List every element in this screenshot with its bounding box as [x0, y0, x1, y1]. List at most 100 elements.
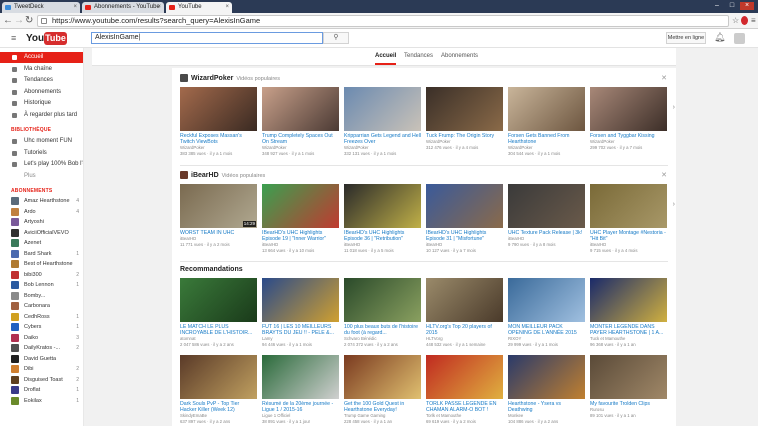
sidebar-item-library[interactable]: Tutoriels	[0, 148, 83, 159]
video-thumbnail[interactable]	[344, 87, 421, 131]
sidebar-item-subscription[interactable]: Artyoshi	[0, 217, 83, 227]
sidebar-item-subscription[interactable]: Disguised Toast 2	[0, 375, 83, 385]
tab-tendances[interactable]: Tendances	[404, 53, 433, 59]
video-thumbnail[interactable]	[262, 278, 339, 322]
sidebar-item-subscription[interactable]: Eokilax 1	[0, 396, 83, 406]
video-thumbnail[interactable]	[344, 355, 421, 399]
video-title[interactable]: FUT 16 | LES 10 MEILLEURS BRAYTS DU JEU …	[262, 324, 339, 336]
sidebar-item-nav[interactable]: Accueil	[0, 52, 83, 63]
next-arrow-icon[interactable]: ›	[673, 201, 675, 208]
shelf-channel-name[interactable]: WizardPoker	[191, 75, 233, 82]
video-thumbnail[interactable]	[262, 184, 339, 228]
video-thumbnail[interactable]	[262, 355, 339, 399]
video-thumbnail[interactable]	[508, 355, 585, 399]
video-thumbnail[interactable]	[426, 278, 503, 322]
close-tab-icon[interactable]: ×	[157, 2, 161, 13]
sidebar-item-nav[interactable]: Ma chaîne	[0, 64, 83, 75]
sidebar-item-subscription[interactable]: Bob Lennon 1	[0, 280, 83, 290]
video-card[interactable]: Trump Completely Spaces Out On Stream Wiz…	[262, 87, 339, 156]
close-tab-icon[interactable]: ×	[225, 2, 229, 13]
sidebar-item-subscription[interactable]: David Guetta	[0, 354, 83, 364]
logo-tube[interactable]: Tube	[44, 32, 67, 45]
opera-extension-icon[interactable]	[741, 16, 748, 25]
upload-button[interactable]: Mettre en ligne	[666, 32, 706, 44]
video-card[interactable]: 14:29 WORST TEAM IN UHC iBearHD 11 771 vues…	[180, 184, 257, 247]
video-card[interactable]: Dark Souls PvP - Top Tier Hacker Killer …	[180, 355, 257, 424]
video-thumbnail[interactable]	[508, 184, 585, 228]
sidebar-item-nav[interactable]: Historique	[0, 98, 83, 109]
sidebar-item-subscription[interactable]: Daiko 3	[0, 333, 83, 343]
video-card[interactable]: My favourite Trolden Clips Rurosu 89 101 v…	[590, 355, 667, 418]
video-card[interactable]: TORLK PASSE LÉGENDE EN CHAMAN ALARM-O BO…	[426, 355, 503, 424]
sidebar-item-subscription[interactable]: Dibi 2	[0, 364, 83, 374]
tab-abonnements[interactable]: Abonnements	[441, 53, 478, 59]
video-title[interactable]: IBearHD's UHC Highlights Episode 31 | "M…	[426, 230, 503, 242]
video-thumbnail[interactable]	[590, 355, 667, 399]
video-thumbnail[interactable]	[180, 355, 257, 399]
minimize-icon[interactable]: –	[710, 2, 724, 10]
video-title[interactable]: Dark Souls PvP - Top Tier Hacker Killer …	[180, 401, 257, 413]
video-title[interactable]: MONTER LÉGENDE DANS PAYER HEARTHSTONE | …	[590, 324, 667, 336]
sidebar-item-subscription[interactable]: Azenet	[0, 238, 83, 248]
forward-icon[interactable]: →	[14, 15, 24, 27]
video-title[interactable]: UHC Player Montage #Nestoria - "Hit Bit"	[590, 230, 667, 242]
dismiss-shelf-icon[interactable]: ✕	[661, 171, 667, 179]
sidebar-item-subscription[interactable]: CedhRoss 1	[0, 312, 83, 322]
video-thumbnail[interactable]: 14:29	[180, 184, 257, 228]
video-title[interactable]: Résumé de la 20ème journée - Ligue 1 / 2…	[262, 401, 339, 413]
shelf-header[interactable]: iBearHD Vidéos populaires	[180, 171, 265, 179]
video-title[interactable]: Kripparrian Gets Legend and Hell Freezes…	[344, 133, 421, 145]
video-card[interactable]: Reckful Exposes Massan's Twitch ViewBots…	[180, 87, 257, 156]
reload-icon[interactable]: ↻	[25, 15, 33, 27]
video-thumbnail[interactable]	[180, 278, 257, 322]
sidebar-item-subscription[interactable]: DailyKratos -... 2	[0, 343, 83, 353]
sidebar-item-library[interactable]: Let's play 100% Bob l'e...	[0, 159, 83, 170]
search-button[interactable]: ⚲	[323, 32, 349, 44]
dismiss-shelf-icon[interactable]: ✕	[661, 74, 667, 82]
video-title[interactable]: 100 plus beaux buts de l'histoire du foo…	[344, 324, 421, 336]
menu-icon[interactable]: ≡	[751, 15, 756, 27]
video-title[interactable]: Forsen Gets Banned From Hearthstone	[508, 133, 585, 145]
sidebar-item-subscription[interactable]: Cybers 1	[0, 322, 83, 332]
sidebar-item-subscription[interactable]: Ardo 4	[0, 207, 83, 217]
video-thumbnail[interactable]	[344, 184, 421, 228]
sidebar-item-subscription[interactable]: AviciiOfficialVEVO	[0, 228, 83, 238]
star-icon[interactable]: ☆	[732, 15, 739, 27]
sidebar-item-subscription[interactable]: Best of Hearthstone	[0, 259, 83, 269]
video-thumbnail[interactable]	[508, 278, 585, 322]
next-arrow-icon[interactable]: ›	[673, 104, 675, 111]
video-title[interactable]: HLTV.org's Top 20 players of 2015	[426, 324, 503, 336]
shelf-channel-name[interactable]: iBearHD	[191, 172, 219, 179]
sidebar-item-subscription[interactable]: Bard Shark 1	[0, 249, 83, 259]
video-title[interactable]: MON MEILLEUR PACK OPENING DE L'ANNÉE 201…	[508, 324, 585, 336]
url-input[interactable]: https://www.youtube.com/results?search_q…	[37, 15, 729, 27]
browser-tab-abonnements[interactable]: Abonnements - YouTube ×	[82, 2, 164, 13]
video-card[interactable]: Hearthstone - Ysera vs Deathwing Monkee 10…	[508, 355, 585, 424]
video-card[interactable]: Kripparrian Gets Legend and Hell Freezes…	[344, 87, 421, 156]
video-card[interactable]: 100 plus beaux buts de l'histoire du foo…	[344, 278, 421, 347]
video-title[interactable]: LE MATCH LE PLUS INCROYABLE DE L'HISTOIR…	[180, 324, 257, 336]
video-title[interactable]: IBearHD's UHC Highlights Episode 19 | "I…	[262, 230, 339, 242]
video-card[interactable]: MONTER LÉGENDE DANS PAYER HEARTHSTONE | …	[590, 278, 667, 347]
video-thumbnail[interactable]	[426, 355, 503, 399]
video-thumbnail[interactable]	[590, 87, 667, 131]
sidebar-item-library[interactable]: Uhc moment FUN	[0, 136, 83, 147]
video-thumbnail[interactable]	[426, 87, 503, 131]
video-card[interactable]: IBearHD's UHC Highlights Episode 36 | "R…	[344, 184, 421, 253]
video-card[interactable]: Forsen and Tyggbar Kissing WizardPoker 299…	[590, 87, 667, 150]
video-card[interactable]: UHC Player Montage #Nestoria - "Hit Bit"…	[590, 184, 667, 253]
sidebar-item-nav[interactable]: À regarder plus tard	[0, 110, 83, 121]
shelf-header[interactable]: WizardPoker Vidéos populaires	[180, 74, 280, 82]
video-thumbnail[interactable]	[426, 184, 503, 228]
maximize-icon[interactable]: □	[725, 2, 739, 10]
sidebar-item-subscription[interactable]: Bomby...	[0, 291, 83, 301]
video-title[interactable]: Hearthstone - Ysera vs Deathwing	[508, 401, 585, 413]
video-thumbnail[interactable]	[344, 278, 421, 322]
video-title[interactable]: IBearHD's UHC Highlights Episode 36 | "R…	[344, 230, 421, 242]
close-window-icon[interactable]: ×	[740, 2, 754, 10]
video-card[interactable]: Tuck Frump: The Origin Story WizardPoker 3…	[426, 87, 503, 150]
video-card[interactable]: IBearHD's UHC Highlights Episode 19 | "I…	[262, 184, 339, 253]
sidebar-item-subscription[interactable]: Carbonara	[0, 301, 83, 311]
sidebar-item-library[interactable]: Plus	[0, 171, 83, 182]
browser-tab-tweetdeck[interactable]: TweetDeck ×	[2, 2, 80, 13]
